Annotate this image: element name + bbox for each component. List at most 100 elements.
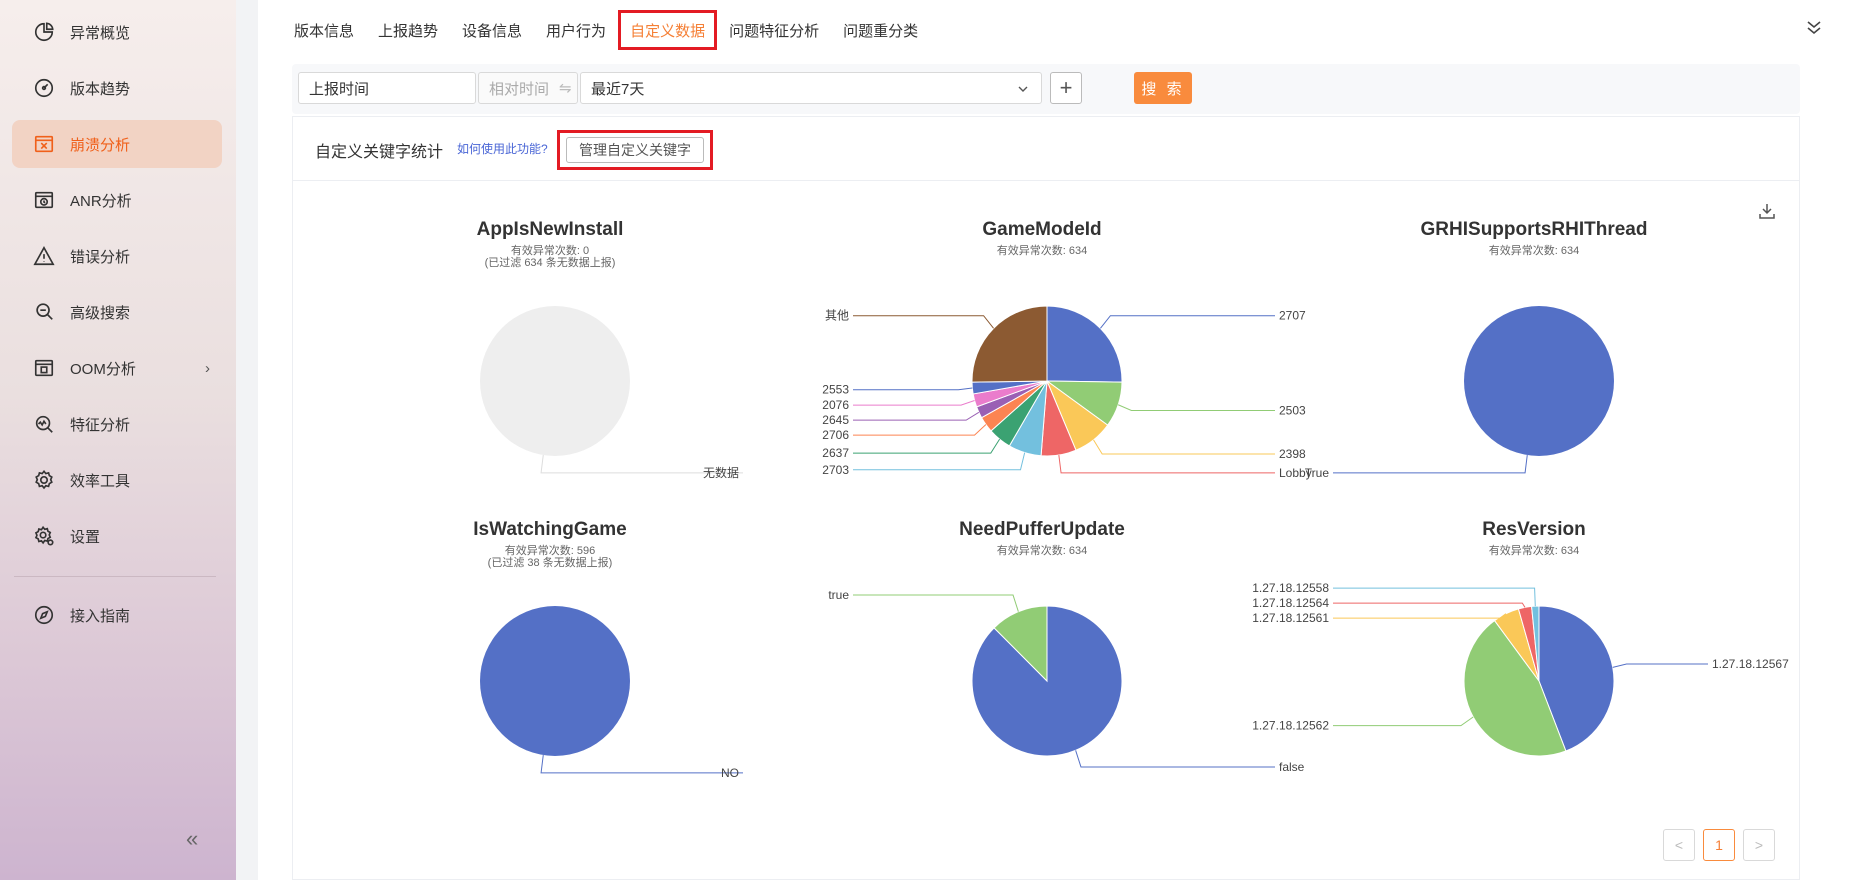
time-mode-label: 相对时间 xyxy=(489,80,550,98)
search-button[interactable]: 搜 索 xyxy=(1134,72,1192,104)
chart-note: (已过滤 38 条无数据上报) xyxy=(488,555,613,569)
chart-title: GRHISupportsRHIThread xyxy=(1421,219,1648,240)
chart-subtitle: 有效异常次数: 634 xyxy=(997,543,1087,557)
tab-device-info[interactable]: 设备信息 xyxy=(450,10,534,50)
tab-bar: 版本信息 上报趋势 设备信息 用户行为 自定义数据 问题特征分析 问题重分类 xyxy=(282,10,930,50)
slice-label: true xyxy=(828,588,849,602)
pagination: < 1 > xyxy=(1663,829,1775,861)
tab-issue-reclassify[interactable]: 问题重分类 xyxy=(831,10,930,50)
label-leader-line xyxy=(1333,716,1474,727)
crash-window-icon xyxy=(32,132,56,156)
sidebar-item-version-trend[interactable]: 版本趋势 xyxy=(12,64,222,112)
pie-slice xyxy=(1046,305,1123,383)
sidebar-item-crash-analysis[interactable]: 崩溃分析 xyxy=(12,120,222,168)
page-1-button[interactable]: 1 xyxy=(1703,829,1735,861)
time-range-select[interactable]: 最近7天 xyxy=(580,72,1042,104)
slice-label: True xyxy=(1305,466,1330,480)
label-leader-line xyxy=(1075,750,1275,768)
feature-search-icon xyxy=(32,412,56,436)
sidebar-item-label: 特征分析 xyxy=(70,416,131,434)
sidebar-item-overview[interactable]: 异常概览 xyxy=(12,8,222,56)
chart-subtitle: 有效异常次数: 634 xyxy=(1489,543,1579,557)
sidebar-item-advanced-search[interactable]: 高级搜索 xyxy=(12,288,222,336)
sidebar-item-integration-guide[interactable]: 接入指南 xyxy=(12,591,222,639)
filter-field-select[interactable]: 上报时间 xyxy=(298,72,476,104)
tab-user-behavior[interactable]: 用户行为 xyxy=(534,10,618,50)
label-leader-line xyxy=(853,424,987,436)
slice-label: 2645 xyxy=(822,413,849,427)
chart-title: IsWatchingGame xyxy=(473,519,626,540)
time-mode-select[interactable]: 相对时间 ⇋ xyxy=(478,72,578,104)
sidebar-item-settings[interactable]: 设置 xyxy=(12,512,222,560)
label-leader-line xyxy=(1100,315,1275,329)
slice-label: 1.27.18.12562 xyxy=(1252,719,1329,733)
sidebar-item-label: 异常概览 xyxy=(70,24,131,42)
slice-label: 其他 xyxy=(825,309,849,323)
chart-subtitle: 有效异常次数: 596 xyxy=(505,543,595,557)
sidebar-item-label: 接入指南 xyxy=(70,607,131,625)
pie-slice xyxy=(1464,306,1614,456)
label-leader-line xyxy=(853,411,980,421)
slice-label: false xyxy=(1279,760,1305,774)
tab-custom-data[interactable]: 自定义数据 xyxy=(618,10,718,50)
chart-note: (已过滤 634 条无数据上报) xyxy=(485,255,616,269)
chart-subtitle: 有效异常次数: 0 xyxy=(511,243,589,257)
collapse-sidebar-icon[interactable]: « xyxy=(186,826,198,852)
main-content: 版本信息 上报趋势 设备信息 用户行为 自定义数据 问题特征分析 问题重分类 上… xyxy=(258,0,1850,880)
custom-keyword-panel: 自定义关键字统计 如何使用此功能? 管理自定义关键字 AppIsNewInsta… xyxy=(292,116,1800,880)
label-leader-line xyxy=(1333,455,1528,474)
warning-icon xyxy=(32,244,56,268)
tab-issue-feature-analysis[interactable]: 问题特征分析 xyxy=(717,10,831,50)
slice-label: 1.27.18.12561 xyxy=(1252,611,1329,625)
label-leader-line xyxy=(1612,663,1708,668)
sidebar-item-feature-analysis[interactable]: 特征分析 xyxy=(12,400,222,448)
add-filter-button[interactable]: + xyxy=(1050,72,1082,104)
sidebar-item-label: 崩溃分析 xyxy=(70,136,131,154)
sidebar-item-efficiency-tools[interactable]: 效率工具 xyxy=(12,456,222,504)
slice-label: 2707 xyxy=(1279,309,1306,323)
prev-page-button[interactable]: < xyxy=(1663,829,1695,861)
sidebar-item-label: ANR分析 xyxy=(70,192,132,210)
label-leader-line xyxy=(1093,439,1275,455)
sidebar: 异常概览 版本趋势 崩溃分析 ANR分析 错误分析 高级搜索 OOM分析 › 特… xyxy=(0,0,236,880)
sidebar-item-label: OOM分析 xyxy=(70,360,136,378)
slice-label: 无数据 xyxy=(703,465,739,480)
slice-label: 2076 xyxy=(822,398,849,412)
label-leader-line xyxy=(1333,602,1526,608)
chevron-down-icon xyxy=(1018,86,1028,92)
gear-icon xyxy=(32,468,56,492)
pie-chart-icon xyxy=(32,20,56,44)
search-icon xyxy=(32,300,56,324)
sidebar-item-label: 版本趋势 xyxy=(70,80,131,98)
double-chevron-down-icon[interactable] xyxy=(1804,18,1824,38)
sidebar-item-label: 高级搜索 xyxy=(70,304,131,322)
chart-title: NeedPufferUpdate xyxy=(959,519,1125,540)
label-leader-line xyxy=(853,438,1001,454)
slice-label: 2398 xyxy=(1279,447,1306,461)
tab-version-info[interactable]: 版本信息 xyxy=(282,10,366,50)
label-leader-line xyxy=(540,755,743,774)
slice-label: 2553 xyxy=(822,383,849,397)
slice-label: 2703 xyxy=(822,463,849,477)
label-leader-line xyxy=(853,399,975,406)
label-leader-line xyxy=(853,594,1019,612)
tab-report-trend[interactable]: 上报趋势 xyxy=(366,10,450,50)
settings-icon xyxy=(32,524,56,548)
sidebar-item-oom-analysis[interactable]: OOM分析 › xyxy=(12,344,222,392)
slice-label: NO xyxy=(721,766,739,780)
slice-label: 2503 xyxy=(1279,403,1306,417)
anr-window-icon xyxy=(32,188,56,212)
time-range-value: 最近7天 xyxy=(591,80,645,98)
sidebar-item-anr-analysis[interactable]: ANR分析 xyxy=(12,176,222,224)
next-page-button[interactable]: > xyxy=(1743,829,1775,861)
sidebar-item-label: 效率工具 xyxy=(70,472,131,490)
charts-area: AppIsNewInstall 有效异常次数: 0(已过滤 634 条无数据上报)… xyxy=(473,219,1789,780)
gauge-icon xyxy=(32,76,56,100)
label-leader-line xyxy=(853,387,973,391)
pie-slice xyxy=(480,606,630,756)
compass-icon xyxy=(32,603,56,627)
sidebar-item-label: 设置 xyxy=(70,528,101,546)
sidebar-item-label: 错误分析 xyxy=(70,248,131,266)
sidebar-item-error-analysis[interactable]: 错误分析 xyxy=(12,232,222,280)
label-leader-line xyxy=(1333,613,1507,619)
